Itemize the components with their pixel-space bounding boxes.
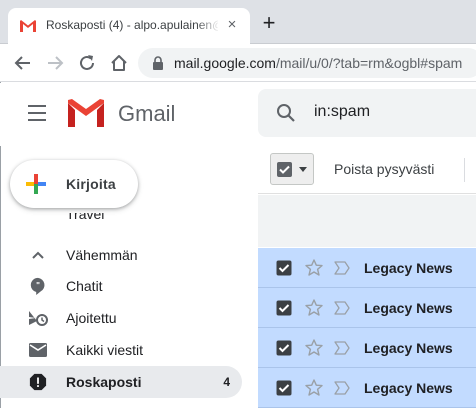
sender-name: Legacy News <box>364 300 453 316</box>
scheduled-icon <box>29 311 48 326</box>
tab-title: Roskaposti (4) - alpo.apulainen@ <box>46 18 218 32</box>
app-name[interactable]: Gmail <box>118 101 175 127</box>
table-row[interactable]: Legacy News <box>258 328 476 368</box>
svg-text:": " <box>36 281 40 290</box>
table-row[interactable]: Legacy News <box>258 288 476 328</box>
mail-toolbar: Poista pysyvästi <box>258 146 476 194</box>
gmail-header: Gmail in:spam <box>0 83 476 146</box>
browser-toolbar: mail.google.com/mail/u/0/?tab=rm&ogbl#sp… <box>0 44 476 82</box>
sidebar-item-chats[interactable]: " Chatit <box>0 270 242 302</box>
importance-marker-icon[interactable] <box>334 261 350 275</box>
chat-icon: " <box>30 277 45 295</box>
url-path: /mail/u/0/?tab=rm&ogbl#spam <box>275 55 463 71</box>
toolbar-divider <box>464 158 465 182</box>
sidebar-item-all-mail[interactable]: Kaikki viestit <box>0 334 242 366</box>
lock-icon <box>153 56 163 70</box>
main-menu-icon[interactable] <box>28 105 48 121</box>
checkbox-checked-icon[interactable] <box>276 340 292 356</box>
url-host: mail.google.com <box>174 55 276 71</box>
all-mail-icon <box>29 343 47 357</box>
unread-count-badge: 4 <box>223 375 230 389</box>
sidebar-item-label: Kaikki viestit <box>66 342 144 358</box>
table-row[interactable]: Legacy News <box>258 248 476 288</box>
new-tab-button[interactable]: + <box>258 12 280 35</box>
gmail-favicon-icon <box>20 20 36 32</box>
sidebar-item-spam[interactable]: Roskaposti 4 <box>0 366 242 398</box>
address-bar[interactable]: mail.google.com/mail/u/0/?tab=rm&ogbl#sp… <box>138 48 476 78</box>
importance-marker-icon[interactable] <box>334 381 350 395</box>
tab-title-fade <box>196 12 220 38</box>
delete-forever-button[interactable]: Poista pysyvästi <box>334 161 434 177</box>
sidebar-item-label: Chatit <box>66 278 103 294</box>
sidebar-item-label: Roskaposti <box>66 374 142 390</box>
chevron-up-icon <box>32 251 44 259</box>
sender-name: Legacy News <box>364 340 453 356</box>
gmail-logo-icon[interactable] <box>66 99 106 129</box>
checkbox-checked-icon[interactable] <box>276 380 292 396</box>
forward-arrow-icon[interactable] <box>44 52 66 74</box>
compose-button[interactable]: Kirjoita <box>10 160 138 208</box>
chevron-down-icon[interactable] <box>299 167 307 172</box>
sidebar-item-scheduled[interactable]: Ajoitettu <box>0 302 242 334</box>
sidebar-item-less[interactable]: Vähemmän <box>0 239 242 271</box>
importance-marker-icon[interactable] <box>334 341 350 355</box>
importance-marker-icon[interactable] <box>334 301 350 315</box>
compose-label: Kirjoita <box>66 176 116 192</box>
search-icon[interactable] <box>276 103 296 123</box>
sender-name: Legacy News <box>364 260 453 276</box>
star-icon[interactable] <box>304 378 324 398</box>
checkbox-checked-icon[interactable] <box>277 162 292 177</box>
url-text: mail.google.com/mail/u/0/?tab=rm&ogbl#sp… <box>174 55 462 71</box>
checkbox-checked-icon[interactable] <box>276 260 292 276</box>
star-icon[interactable] <box>304 338 324 358</box>
sender-name: Legacy News <box>364 380 453 396</box>
home-icon[interactable] <box>108 52 130 74</box>
sidebar-item-label: Travel <box>66 213 105 222</box>
tab-close-icon[interactable]: × <box>224 17 240 33</box>
select-all-dropdown[interactable] <box>270 153 314 185</box>
sidebar-item-travel[interactable]: Travel <box>0 213 242 229</box>
reload-icon[interactable] <box>76 52 98 74</box>
sidebar-item-label: Vähemmän <box>66 247 138 263</box>
checkbox-checked-icon[interactable] <box>276 300 292 316</box>
spam-icon <box>29 373 47 391</box>
search-box[interactable]: in:spam <box>258 89 476 137</box>
star-icon[interactable] <box>304 258 324 278</box>
search-input[interactable]: in:spam <box>314 103 370 121</box>
compose-plus-icon <box>26 174 46 194</box>
browser-tab[interactable]: Roskaposti (4) - alpo.apulainen@ × <box>8 8 250 44</box>
table-row[interactable]: Legacy News <box>258 368 476 408</box>
sidebar-item-label: Ajoitettu <box>66 310 117 326</box>
star-icon[interactable] <box>304 298 324 318</box>
spam-info-banner <box>258 195 476 247</box>
back-arrow-icon[interactable] <box>12 52 34 74</box>
browser-tab-strip: Roskaposti (4) - alpo.apulainen@ × + <box>0 0 476 44</box>
